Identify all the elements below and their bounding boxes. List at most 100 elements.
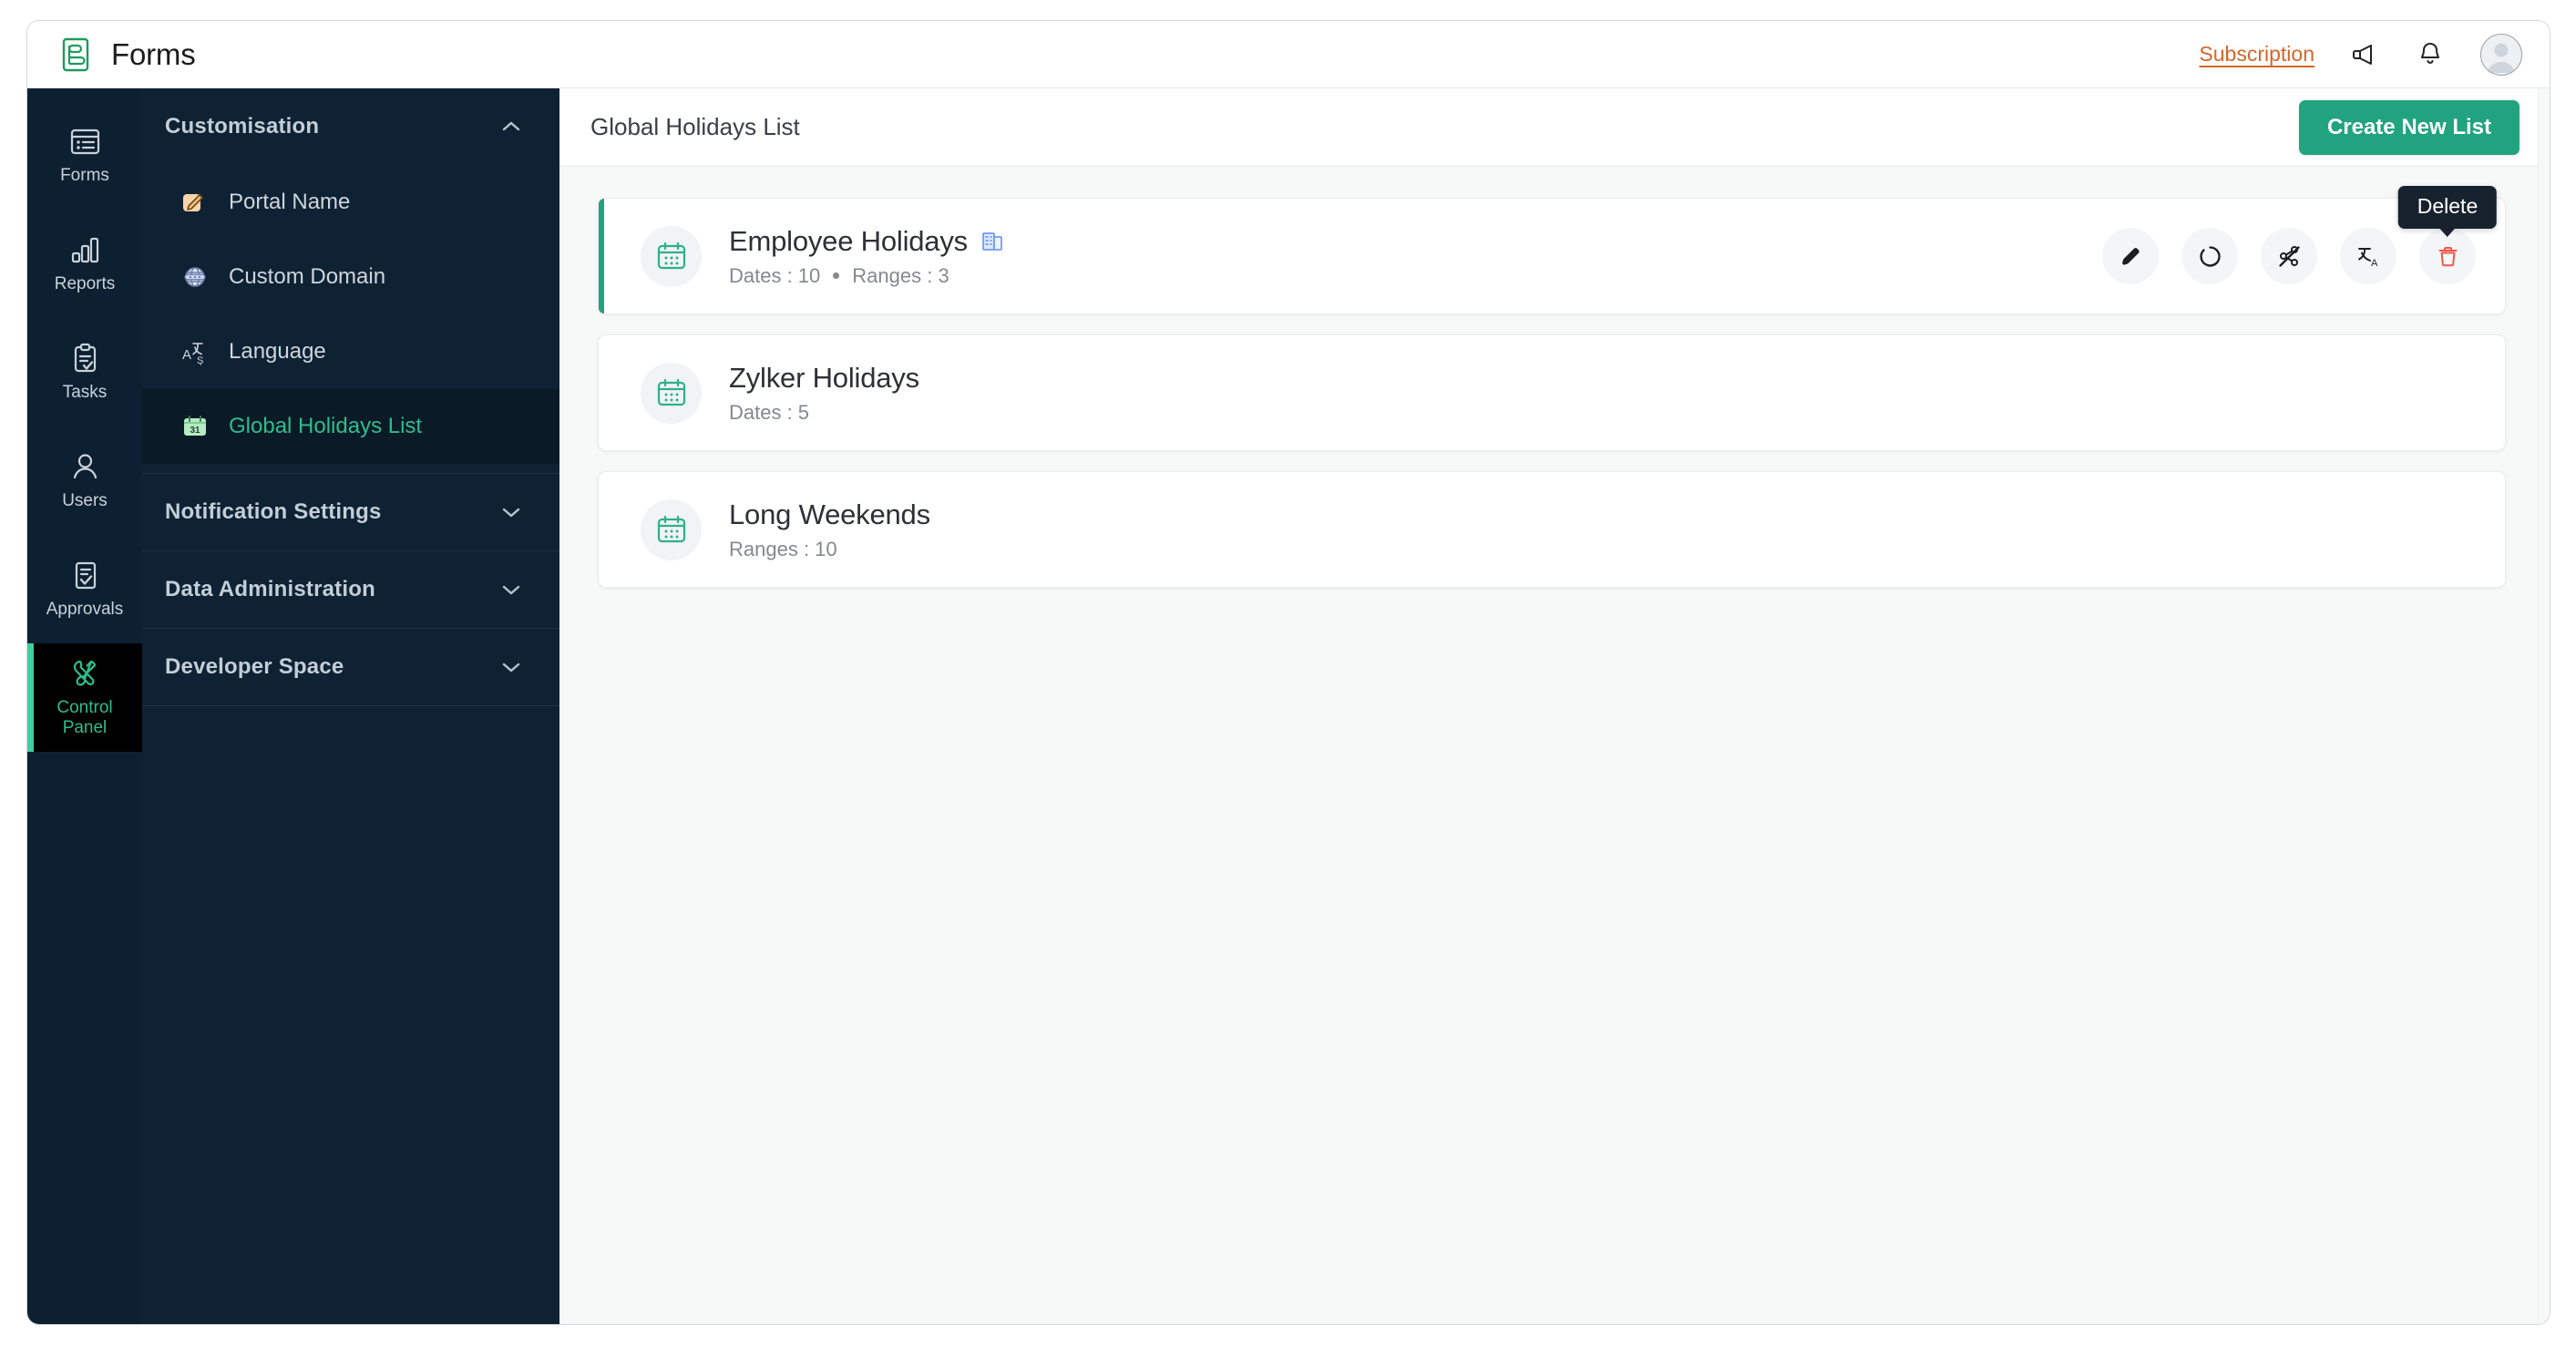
sidebar-item-language[interactable]: A Ş Language bbox=[142, 314, 559, 389]
sidebar-section-title: Notification Settings bbox=[165, 499, 382, 524]
svg-text:A: A bbox=[182, 347, 191, 363]
holiday-card[interactable]: Zylker Holidays Dates : 5 bbox=[598, 334, 2506, 451]
card-title: Zylker Holidays bbox=[729, 361, 919, 394]
app-title: Forms bbox=[111, 36, 196, 71]
bell-icon[interactable] bbox=[2415, 39, 2446, 70]
holiday-card[interactable]: Long Weekends Ranges : 10 bbox=[598, 471, 2506, 588]
pencil-icon bbox=[2119, 244, 2143, 269]
card-text: Zylker Holidays Dates : 5 bbox=[729, 362, 919, 425]
calendar-icon bbox=[641, 498, 702, 560]
rail-item-label-line1: Control bbox=[56, 698, 113, 717]
edit-button[interactable] bbox=[2102, 228, 2159, 284]
sidebar-section-notification-settings[interactable]: Notification Settings bbox=[142, 474, 559, 550]
card-meta-ranges: Ranges : 10 bbox=[729, 537, 837, 560]
main-content: Global Holidays List Create New List Emp… bbox=[559, 88, 2550, 1324]
sidebar-divider bbox=[142, 705, 559, 706]
pencil-square-icon bbox=[181, 189, 209, 216]
sidebar-item-label: Custom Domain bbox=[229, 264, 386, 289]
document-check-icon bbox=[68, 559, 102, 592]
card-meta: Ranges : 10 bbox=[729, 538, 930, 561]
content-header: Global Holidays List Create New List bbox=[559, 88, 2550, 167]
clipboard-check-icon bbox=[68, 342, 102, 375]
meta-separator-dot bbox=[833, 272, 840, 279]
sidebar-section-customisation[interactable]: Customisation bbox=[142, 88, 559, 165]
card-meta: Dates : 10 Ranges : 3 bbox=[729, 264, 1005, 288]
card-text: Employee Holidays Dates : 10 Ranges: 3 bbox=[729, 225, 1005, 288]
translate-icon: A Ş bbox=[181, 338, 209, 366]
rail-item-control-panel[interactable]: Control Panel bbox=[27, 643, 142, 752]
translate-icon: A bbox=[2356, 244, 2381, 269]
subscription-link[interactable]: Subscription bbox=[2199, 42, 2314, 67]
sidebar-item-portal-name[interactable]: Portal Name bbox=[142, 165, 559, 240]
svg-text:31: 31 bbox=[190, 426, 200, 436]
disable-share-button[interactable] bbox=[2261, 228, 2317, 284]
card-meta-dates: Dates : 10 bbox=[729, 263, 821, 287]
secondary-sidebar: Customisation Portal Name Custom Domain … bbox=[142, 88, 559, 1324]
sidebar-item-label: Language bbox=[229, 339, 326, 364]
page-title: Global Holidays List bbox=[590, 113, 800, 140]
rail-item-label: Reports bbox=[54, 274, 116, 293]
forms-logo-icon bbox=[58, 36, 95, 73]
top-header-actions: Subscription bbox=[2199, 33, 2522, 76]
holiday-card[interactable]: Employee Holidays Dates : 10 Ranges: 3 … bbox=[598, 186, 2506, 314]
rail-item-users[interactable]: Users bbox=[27, 426, 142, 535]
rail-item-label: Tasks bbox=[62, 383, 108, 402]
calendar-31-icon: 31 bbox=[181, 413, 209, 440]
share-off-icon bbox=[2277, 244, 2302, 269]
sidebar-section-title: Customisation bbox=[165, 114, 320, 139]
megaphone-icon[interactable] bbox=[2349, 39, 2380, 70]
app-window: Forms Subscription Forms Reports Tasks U… bbox=[26, 20, 2550, 1325]
app-body: Forms Reports Tasks Users Approvals Cont… bbox=[27, 88, 2550, 1324]
rail-item-reports[interactable]: Reports bbox=[27, 210, 142, 318]
chevron-up-icon bbox=[499, 115, 523, 139]
sidebar-section-title: Data Administration bbox=[165, 577, 375, 601]
card-title-row: Zylker Holidays bbox=[729, 362, 919, 395]
bar-chart-icon bbox=[68, 233, 102, 267]
organization-icon bbox=[980, 229, 1005, 253]
card-actions: A Delete bbox=[2102, 186, 2498, 284]
create-new-list-button[interactable]: Create New List bbox=[2298, 99, 2520, 155]
holiday-list-container: Employee Holidays Dates : 10 Ranges: 3 … bbox=[559, 167, 2550, 1324]
card-title: Employee Holidays bbox=[729, 224, 968, 257]
rail-item-forms[interactable]: Forms bbox=[27, 101, 142, 210]
svg-text:Ş: Ş bbox=[197, 355, 203, 365]
tools-icon bbox=[68, 657, 102, 691]
forms-icon bbox=[68, 125, 102, 159]
sync-button[interactable] bbox=[2181, 228, 2238, 284]
rail-item-label: Forms bbox=[60, 166, 109, 185]
top-header-bar: Forms Subscription bbox=[27, 21, 2550, 88]
card-meta-ranges: Ranges : 3 bbox=[852, 263, 949, 287]
tooltip: Delete bbox=[2397, 186, 2498, 237]
sidebar-customisation-items: Portal Name Custom Domain A Ş Language 3… bbox=[142, 165, 559, 473]
sidebar-item-custom-domain[interactable]: Custom Domain bbox=[142, 240, 559, 314]
card-meta-dates: Dates : 5 bbox=[729, 400, 810, 424]
rail-item-approvals[interactable]: Approvals bbox=[27, 535, 142, 643]
svg-text:A: A bbox=[2371, 258, 2378, 269]
sidebar-item-label: Global Holidays List bbox=[229, 414, 423, 438]
calendar-icon bbox=[641, 362, 702, 424]
rail-item-tasks[interactable]: Tasks bbox=[27, 318, 142, 426]
avatar[interactable] bbox=[2480, 33, 2522, 76]
card-title-row: Employee Holidays bbox=[729, 225, 1005, 258]
vertical-scrollbar[interactable] bbox=[2538, 88, 2550, 1324]
sidebar-item-label: Portal Name bbox=[229, 190, 351, 214]
refresh-icon bbox=[2198, 244, 2222, 269]
rail-item-label: Approvals bbox=[46, 600, 124, 619]
rail-item-label: Users bbox=[62, 491, 108, 510]
chevron-down-icon bbox=[499, 578, 523, 601]
trash-icon bbox=[2436, 244, 2460, 269]
translate-button[interactable]: A bbox=[2340, 228, 2396, 284]
sidebar-section-data-administration[interactable]: Data Administration bbox=[142, 551, 559, 628]
chevron-down-icon bbox=[499, 500, 523, 524]
card-title-row: Long Weekends bbox=[729, 498, 930, 531]
card-title: Long Weekends bbox=[729, 498, 930, 530]
card-meta: Dates : 5 bbox=[729, 401, 919, 425]
card-text: Long Weekends Ranges : 10 bbox=[729, 498, 930, 561]
sidebar-item-global-holidays-list[interactable]: 31 Global Holidays List bbox=[142, 389, 559, 464]
chevron-down-icon bbox=[499, 655, 523, 679]
sidebar-section-developer-space[interactable]: Developer Space bbox=[142, 629, 559, 705]
delete-button[interactable]: Delete bbox=[2397, 186, 2498, 284]
primary-nav-rail: Forms Reports Tasks Users Approvals Cont… bbox=[27, 88, 142, 1324]
calendar-icon bbox=[641, 225, 702, 287]
brand[interactable]: Forms bbox=[58, 36, 196, 73]
